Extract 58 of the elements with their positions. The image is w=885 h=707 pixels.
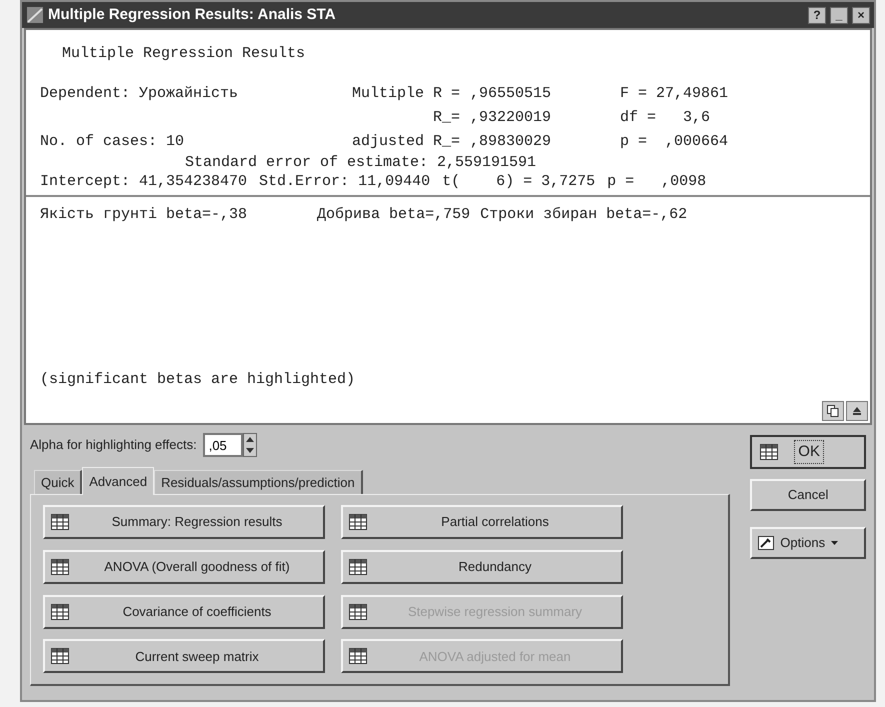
alpha-label: Alpha for highlighting effects: [30, 436, 197, 454]
close-button[interactable]: × [852, 6, 870, 24]
stat-label: Multiple R = [352, 85, 460, 102]
minimize-button[interactable]: _ [830, 6, 848, 24]
tab[interactable]: Advanced [82, 467, 154, 495]
stat-value: ,96550515 [470, 85, 552, 102]
stat-text: Std.Error: 11,09440 [259, 172, 430, 191]
copy-icon [827, 405, 839, 417]
tab[interactable]: Residuals/assumptions/prediction [154, 470, 363, 494]
ok-button[interactable]: OK [750, 435, 866, 469]
results-heading: Multiple Regression Results [62, 44, 306, 63]
table-icon [51, 604, 69, 620]
stat-text: p = ,0098 [607, 172, 706, 191]
alpha-field[interactable]: ,05 [202, 433, 243, 457]
option-button[interactable]: Redundancy [341, 550, 623, 584]
stat-label: adjusted R_= [352, 133, 460, 150]
table-icon [51, 558, 69, 575]
table-icon [349, 514, 367, 530]
table-icon [349, 604, 367, 620]
option-button[interactable]: Summary: Regression results [43, 505, 325, 539]
stat-text: Intercept: 41,354238470 [40, 172, 248, 191]
caret-icon [831, 541, 838, 545]
stat-value: ,89830029 [470, 133, 552, 150]
cancel-button[interactable]: Cancel [750, 479, 866, 511]
table-icon [51, 648, 69, 664]
option-button[interactable]: ANOVA (Overall goodness of fit) [43, 550, 325, 584]
up-arrow-icon [246, 437, 254, 442]
table-icon [349, 648, 367, 664]
help-button[interactable]: ? [808, 6, 826, 24]
beta-text: Строки збиран beta=-,62 [480, 205, 688, 224]
stat-text: Dependent: Урожайність [40, 85, 238, 102]
stat-text: p = ,000664 [620, 133, 728, 150]
beta-text: Якість грунті beta=-,38 [40, 205, 248, 224]
table-icon [51, 514, 69, 530]
beta-text: Добрива beta=,759 [317, 205, 470, 224]
chart-icon [26, 6, 44, 24]
copy-button[interactable] [822, 401, 844, 421]
note-text: (significant betas are highlighted) [40, 370, 356, 389]
stat-value: ,93220019 [470, 109, 552, 126]
tab[interactable]: Quick [34, 470, 82, 494]
option-button[interactable]: Current sweep matrix [43, 639, 325, 674]
spinner[interactable] [242, 433, 257, 457]
table-icon [349, 558, 367, 575]
wand-icon [758, 536, 774, 550]
window-title: Multiple Regression Results: Analis STA [48, 4, 337, 25]
stat-text: df = 3,6 [620, 109, 710, 126]
stat-label: R_= [432, 109, 460, 126]
option-button[interactable]: Partial correlations [341, 505, 623, 539]
options-button[interactable]: Options [750, 527, 866, 559]
up-arrow-icon [853, 407, 861, 415]
stat-text: F = 27,49861 [620, 85, 728, 102]
scroll-up-button[interactable] [846, 401, 868, 421]
stat-text: t( 6) = 3,7275 [442, 172, 596, 191]
option-button[interactable]: Covariance of coefficients [43, 594, 325, 628]
down-arrow-icon [246, 448, 254, 453]
stat-text: No. of cases: 10 [40, 133, 184, 150]
stat-text: Standard error of estimate: 2,559191591 [185, 153, 538, 172]
table-icon [760, 444, 778, 460]
